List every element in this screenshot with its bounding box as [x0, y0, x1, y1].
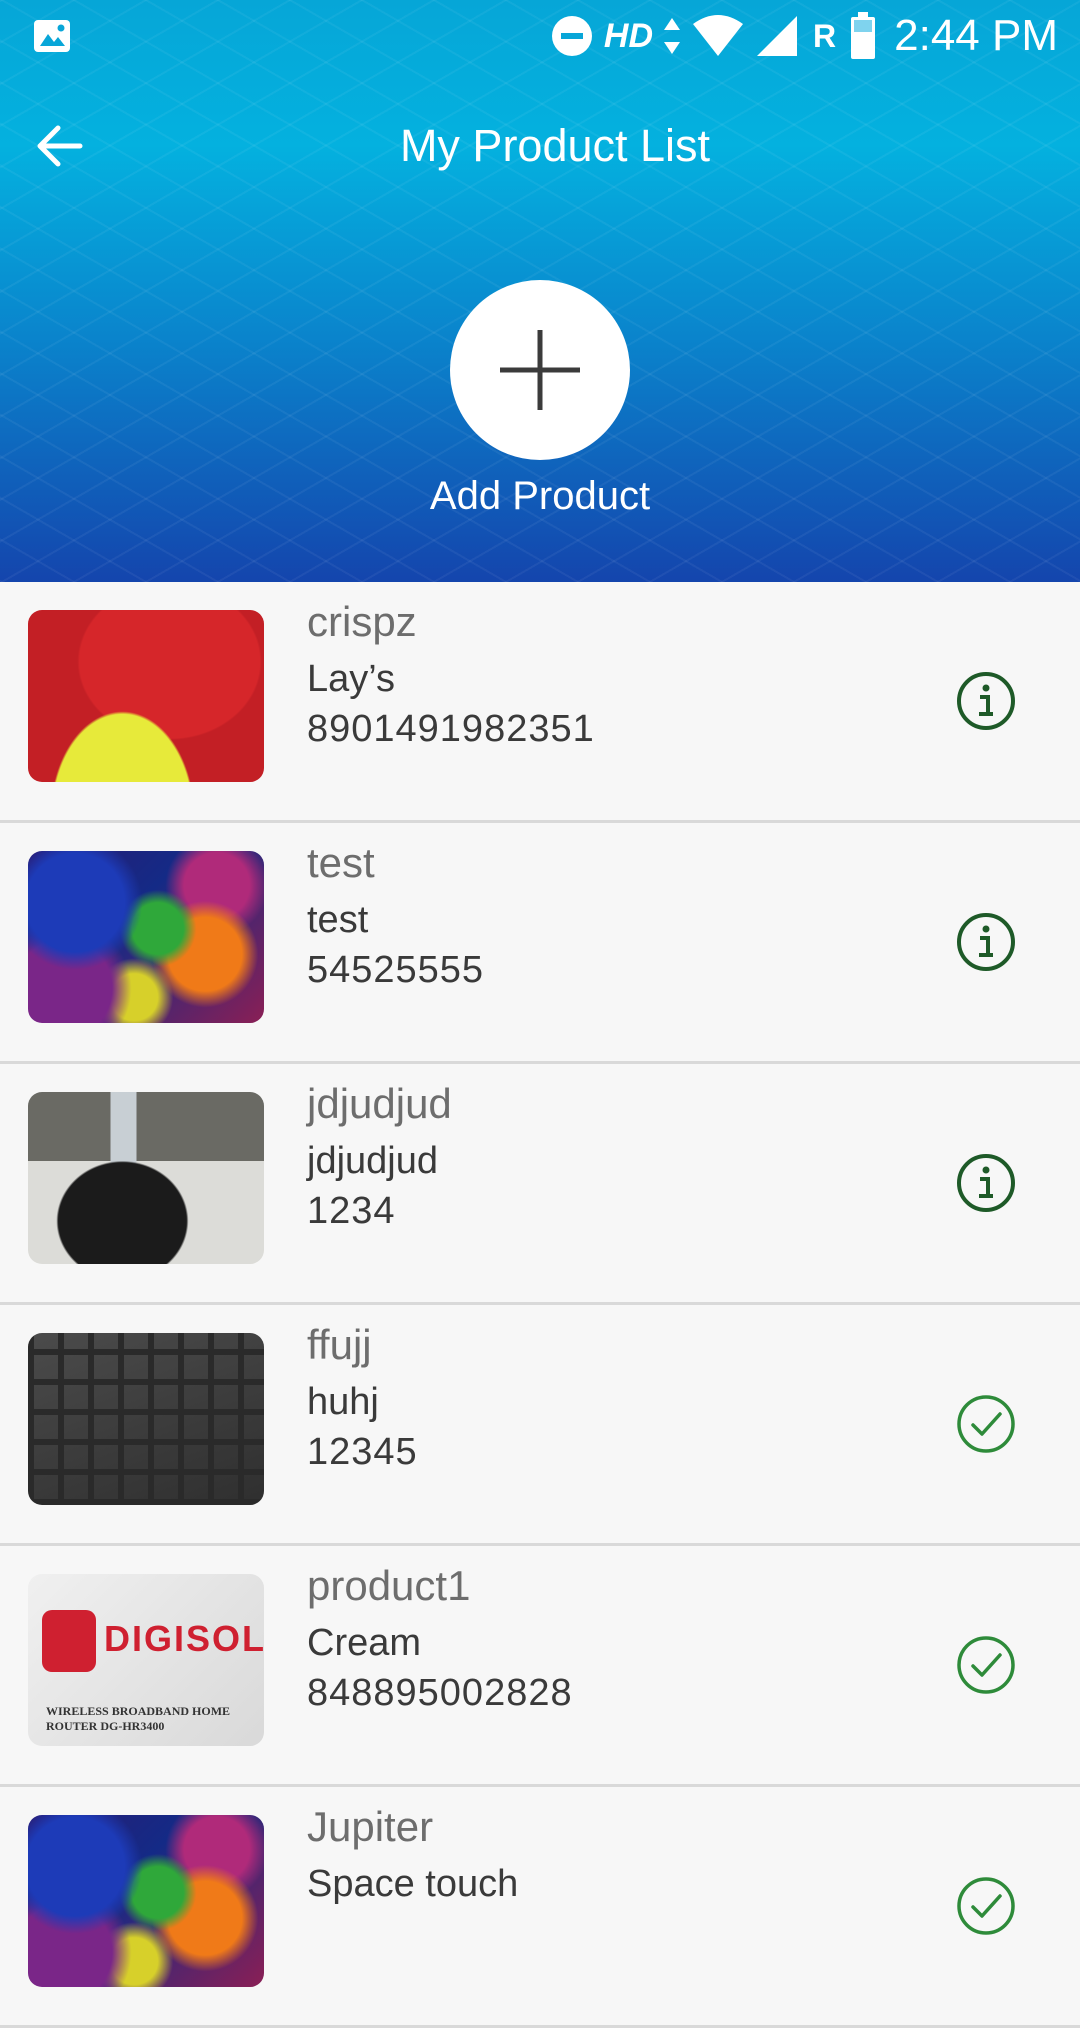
product-thumbnail: DIGISOL WIRELESS BROADBAND HOME ROUTER D… — [28, 1574, 264, 1746]
product-code: 54525555 — [307, 949, 485, 991]
list-item[interactable]: crispz Lay’s 8901491982351 — [0, 582, 1080, 823]
product-brand: test — [307, 899, 369, 941]
product-brand: huhj — [307, 1381, 379, 1423]
product-brand: Lay’s — [307, 658, 396, 700]
info-icon[interactable] — [955, 670, 1017, 732]
product-code: 1234 — [307, 1190, 396, 1232]
list-item[interactable]: Jupiter Space touch — [0, 1787, 1080, 2028]
product-thumbnail — [28, 610, 264, 782]
product-name: test — [307, 839, 375, 886]
product-brand: jdjudjud — [307, 1140, 438, 1182]
status-icons: HD R 2:44 PM — [550, 8, 1058, 64]
product-code: 12345 — [307, 1431, 418, 1473]
product-thumbnail — [28, 851, 264, 1023]
product-brand: Space touch — [307, 1863, 519, 1905]
check-circle-icon[interactable] — [955, 1634, 1017, 1696]
thumbnail-brand-text: DIGISOL — [104, 1618, 264, 1659]
product-name: jdjudjud — [307, 1080, 452, 1127]
list-item[interactable]: DIGISOL WIRELESS BROADBAND HOME ROUTER D… — [0, 1546, 1080, 1787]
product-name: ffujj — [307, 1321, 372, 1368]
list-item[interactable]: jdjudjud jdjudjud 1234 — [0, 1064, 1080, 1305]
product-thumbnail — [28, 1815, 264, 1987]
cell-signal-icon — [757, 16, 798, 56]
add-product-button[interactable] — [450, 280, 630, 460]
digisol-logo — [42, 1610, 96, 1672]
thumbnail-caption: WIRELESS BROADBAND HOME ROUTER DG-HR3400 — [46, 1704, 231, 1733]
data-arrows-icon — [664, 18, 681, 54]
info-icon[interactable] — [955, 1152, 1017, 1214]
product-name: product1 — [307, 1562, 471, 1609]
app-bar: My Product List — [0, 92, 1080, 200]
hd-indicator: HD — [603, 16, 654, 55]
header-banner: HD R 2:44 PM My Product List Add Product — [0, 0, 1080, 582]
plus-icon — [500, 330, 580, 410]
product-code: 8901491982351 — [307, 708, 595, 750]
info-icon[interactable] — [955, 911, 1017, 973]
clock: 2:44 PM — [894, 11, 1058, 60]
product-name: crispz — [307, 598, 417, 645]
product-thumbnail — [28, 1092, 264, 1264]
product-list: crispz Lay’s 8901491982351 test test 545… — [0, 582, 1080, 2028]
check-circle-icon[interactable] — [955, 1875, 1017, 1937]
page-title: My Product List — [399, 120, 711, 171]
check-circle-icon[interactable] — [955, 1393, 1017, 1455]
product-brand: Cream — [307, 1622, 422, 1664]
product-thumbnail — [28, 1333, 264, 1505]
list-item[interactable]: test test 54525555 — [0, 823, 1080, 1064]
wifi-icon — [693, 15, 744, 56]
add-product-label: Add Product — [429, 474, 651, 518]
gallery-notification-icon — [34, 20, 70, 52]
product-name: Jupiter — [307, 1803, 434, 1850]
battery-icon — [851, 12, 876, 59]
roaming-indicator: R — [813, 17, 837, 54]
product-code: 848895002828 — [307, 1672, 573, 1714]
list-item[interactable]: ffujj huhj 12345 — [0, 1305, 1080, 1546]
do-not-disturb-icon — [551, 16, 592, 56]
status-bar: HD R 2:44 PM — [0, 0, 1080, 72]
